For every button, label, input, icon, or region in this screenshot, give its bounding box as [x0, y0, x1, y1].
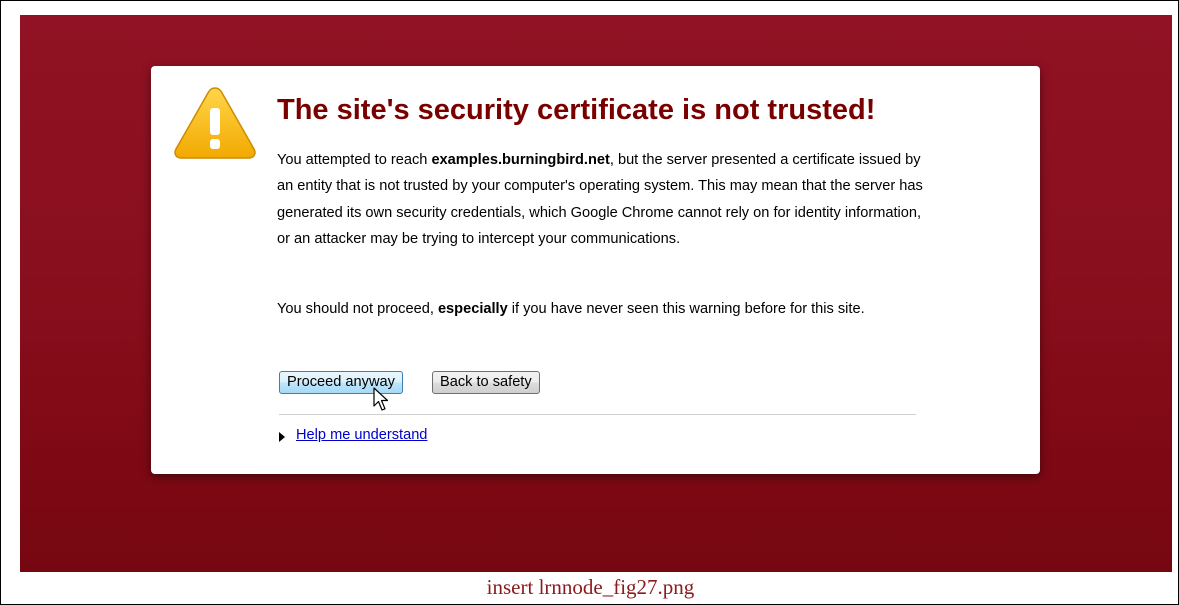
- warning-card: The site's security certificate is not t…: [151, 66, 1040, 474]
- advice-text-start: You should not proceed,: [277, 301, 438, 317]
- advice-emphasis: especially: [437, 301, 508, 317]
- mouse-cursor-icon: [373, 387, 389, 411]
- back-to-safety-button[interactable]: Back to safety: [432, 371, 540, 394]
- site-hostname: examples.burningbird.net: [431, 152, 610, 168]
- explanation-text-start: You attempted to reach: [277, 152, 432, 168]
- expand-triangle-icon[interactable]: [279, 432, 285, 442]
- advice-text-end: if you have never seen this warning befo…: [507, 301, 865, 317]
- page-title: The site's security certificate is not t…: [277, 94, 876, 126]
- figure-frame: The site's security certificate is not t…: [0, 0, 1179, 605]
- explanation-paragraph: You attempted to reach examples.burningb…: [277, 147, 927, 253]
- help-me-understand-link[interactable]: Help me understand: [296, 427, 427, 443]
- figure-caption: insert lrnnode_fig27.png: [486, 575, 695, 599]
- divider: [279, 414, 916, 415]
- advice-paragraph: You should not proceed, especially if yo…: [277, 296, 927, 322]
- browser-interstitial-page: The site's security certificate is not t…: [20, 15, 1172, 572]
- warning-icon: [174, 87, 256, 159]
